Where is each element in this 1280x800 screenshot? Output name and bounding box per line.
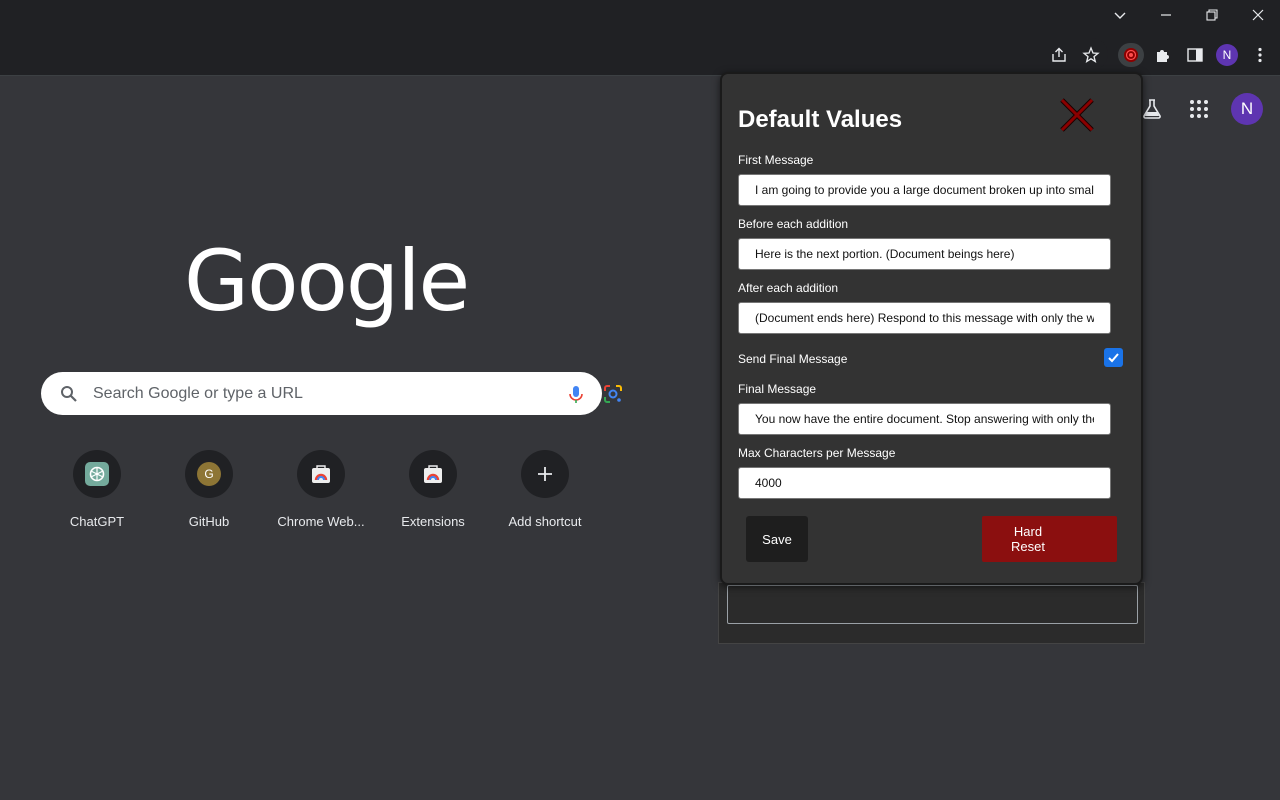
close-icon[interactable] bbox=[1059, 98, 1095, 132]
kebab-menu-icon[interactable] bbox=[1248, 43, 1272, 67]
final-message-input[interactable] bbox=[738, 403, 1111, 435]
extensions-store-icon bbox=[409, 450, 457, 498]
chatgpt-icon bbox=[73, 450, 121, 498]
apps-grid-icon[interactable] bbox=[1187, 97, 1211, 121]
shortcut-label: Chrome Web... bbox=[277, 514, 365, 529]
popup-title: Default Values bbox=[738, 106, 903, 133]
first-message-input[interactable] bbox=[738, 174, 1111, 206]
google-lens-icon[interactable] bbox=[602, 383, 624, 405]
ntp-profile-avatar[interactable]: N bbox=[1231, 93, 1263, 125]
underlying-textarea[interactable] bbox=[727, 585, 1138, 624]
extensions-puzzle-icon[interactable] bbox=[1151, 43, 1175, 67]
hard-reset-label-line1: Hard bbox=[1013, 524, 1043, 539]
final-message-label: Final Message bbox=[738, 382, 817, 396]
send-final-message-label: Send Final Message bbox=[738, 352, 848, 366]
after-addition-input[interactable] bbox=[738, 302, 1111, 334]
omnibox[interactable] bbox=[0, 38, 1108, 70]
share-icon[interactable] bbox=[1047, 43, 1071, 67]
search-icon bbox=[61, 386, 77, 402]
minimize-icon[interactable] bbox=[1143, 0, 1189, 30]
search-box[interactable]: Search Google or type a URL bbox=[41, 372, 622, 415]
shortcut-label: Add shortcut bbox=[508, 514, 582, 529]
extension-active-icon[interactable] bbox=[1118, 43, 1144, 67]
max-characters-input[interactable] bbox=[738, 467, 1111, 499]
shortcut-label: Extensions bbox=[401, 514, 465, 529]
send-final-message-checkbox[interactable] bbox=[1104, 348, 1123, 367]
first-message-label: First Message bbox=[738, 153, 814, 167]
hard-reset-label-line2: Reset bbox=[1011, 539, 1045, 554]
default-values-popup: Default Values First Message Before each… bbox=[720, 72, 1143, 585]
shortcut-extensions[interactable]: Extensions bbox=[377, 450, 489, 540]
bookmark-star-icon[interactable] bbox=[1079, 43, 1103, 67]
labs-flask-icon[interactable] bbox=[1140, 97, 1164, 121]
shortcut-chrome-web-store[interactable]: Chrome Web... bbox=[265, 450, 377, 540]
plus-icon bbox=[521, 450, 569, 498]
profile-avatar[interactable]: N bbox=[1215, 43, 1239, 67]
search-input[interactable]: Search Google or type a URL bbox=[93, 385, 303, 403]
shortcut-label: GitHub bbox=[188, 514, 230, 529]
before-addition-label: Before each addition bbox=[738, 217, 849, 231]
github-letter: G bbox=[197, 462, 221, 486]
after-addition-label: After each addition bbox=[738, 281, 839, 295]
microphone-icon[interactable] bbox=[565, 383, 587, 405]
chrome-web-store-icon bbox=[297, 450, 345, 498]
shortcut-add[interactable]: Add shortcut bbox=[489, 450, 601, 540]
profile-avatar-letter: N bbox=[1216, 44, 1238, 66]
hard-reset-button[interactable]: Hard Reset bbox=[982, 516, 1117, 562]
shortcut-chatgpt[interactable]: ChatGPT bbox=[41, 450, 153, 540]
github-icon: G bbox=[185, 450, 233, 498]
shortcut-label: ChatGPT bbox=[69, 514, 125, 529]
close-window-icon[interactable] bbox=[1235, 0, 1280, 30]
restore-icon[interactable] bbox=[1189, 0, 1235, 30]
before-addition-input[interactable] bbox=[738, 238, 1111, 270]
tab-search-icon[interactable] bbox=[1097, 0, 1143, 30]
browser-toolbar: N bbox=[0, 34, 1280, 76]
checkmark-icon bbox=[1108, 353, 1119, 363]
title-bar bbox=[0, 0, 1280, 34]
google-logo: Google bbox=[184, 232, 470, 330]
side-panel-icon[interactable] bbox=[1183, 43, 1207, 67]
shortcut-github[interactable]: G GitHub bbox=[153, 450, 265, 540]
save-button[interactable]: Save bbox=[746, 516, 808, 562]
max-characters-label: Max Characters per Message bbox=[738, 446, 896, 460]
